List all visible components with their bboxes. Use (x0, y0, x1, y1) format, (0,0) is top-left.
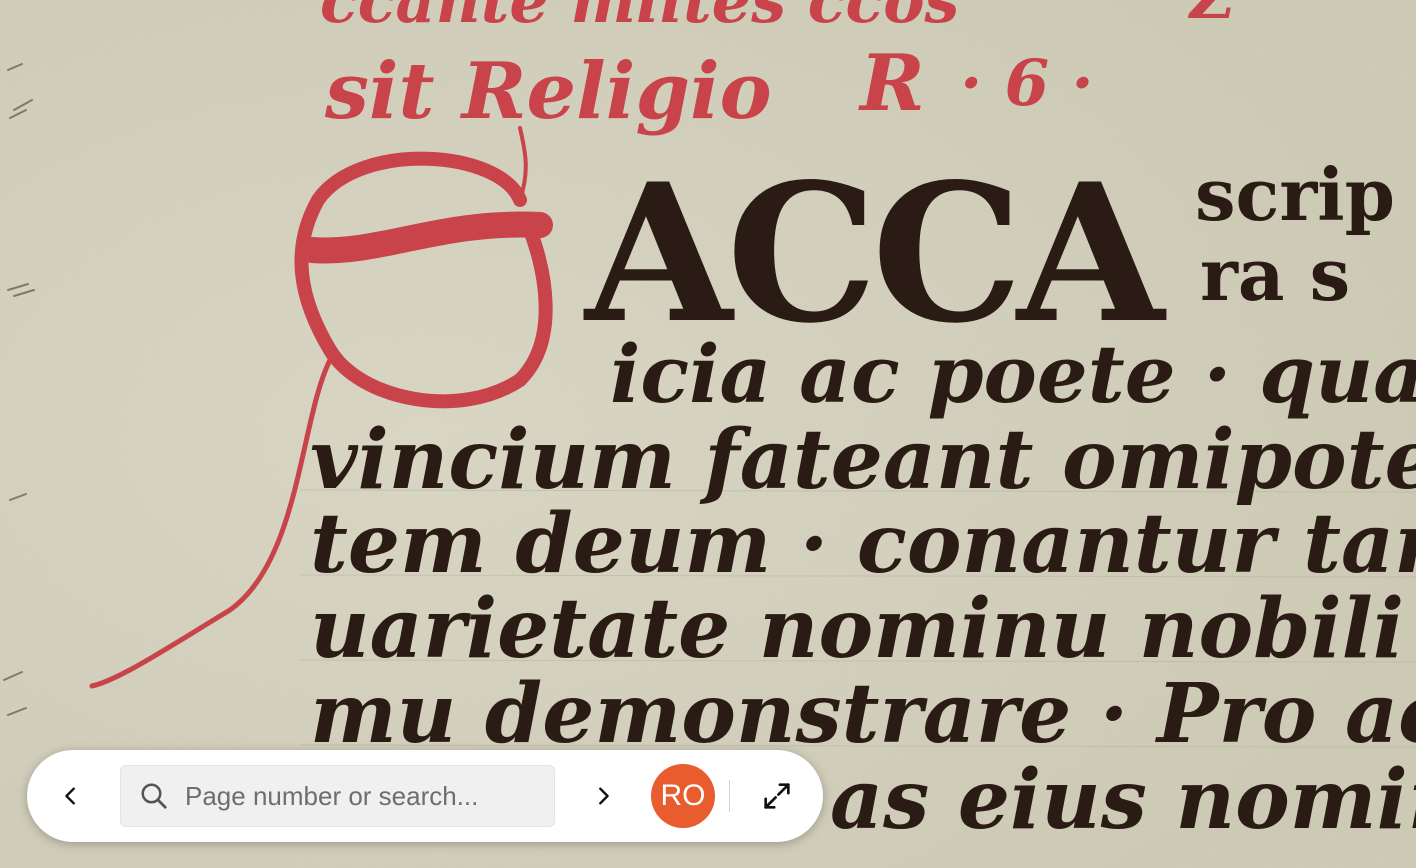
svg-text:· 6 ·: · 6 · (960, 46, 1094, 121)
svg-text:ra s: ra s (1200, 232, 1350, 317)
previous-page-button[interactable] (51, 776, 91, 816)
expand-icon (764, 783, 790, 809)
svg-text:icia ac poete · quaq: icia ac poete · quaq (610, 327, 1416, 421)
svg-text:tem deum · conantur tam: tem deum · conantur tam (310, 496, 1416, 592)
next-page-button[interactable] (583, 776, 623, 816)
toolbar-divider (729, 780, 730, 812)
svg-text:ccante miltes ccos: ccante miltes ccos (320, 0, 959, 37)
manuscript-viewer[interactable]: ccante miltes ccos Z sit Religio R · 6 ·… (0, 0, 1416, 868)
fullscreen-button[interactable] (757, 776, 797, 816)
svg-text:Z: Z (1187, 0, 1238, 33)
search-icon (141, 783, 167, 809)
svg-text:R: R (858, 38, 925, 129)
search-box[interactable] (120, 765, 555, 827)
manuscript-page-image[interactable]: ccante miltes ccos Z sit Religio R · 6 ·… (0, 0, 1416, 868)
svg-text:sit Religio: sit Religio (324, 46, 772, 137)
svg-text:as eius nomin: as eius nomin (830, 752, 1416, 848)
viewer-toolbar: RO (27, 750, 823, 842)
svg-text:mu demonstrare · Pro ac: mu demonstrare · Pro ac (310, 666, 1416, 762)
svg-text:vincium fateant omipote: vincium fateant omipote (310, 412, 1416, 508)
chevron-left-icon (65, 787, 75, 805)
user-avatar[interactable]: RO (651, 764, 715, 828)
chevron-right-icon (599, 787, 609, 805)
search-input[interactable] (185, 766, 545, 826)
svg-text:scrip: scrip (1195, 152, 1395, 237)
svg-text:uarietate nominu nobili: uarietate nominu nobili (310, 581, 1404, 677)
